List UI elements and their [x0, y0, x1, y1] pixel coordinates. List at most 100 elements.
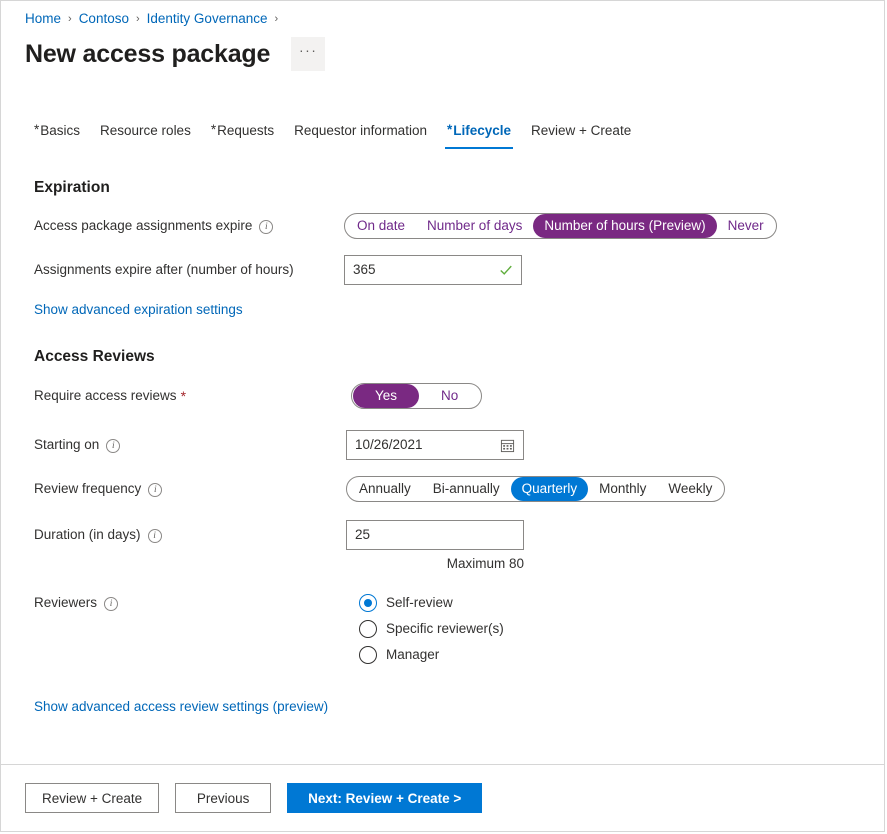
radio-indicator-icon [359, 620, 377, 638]
tab-label: Review + Create [531, 123, 631, 138]
choice-monthly[interactable]: Monthly [588, 477, 657, 501]
field-duration: Duration (in days) i 25 Maximum 80 [34, 520, 884, 573]
expire-after-label-group: Assignments expire after (number of hour… [34, 255, 344, 279]
tab-resource-roles[interactable]: Resource roles [90, 122, 201, 149]
duration-maximum-hint: Maximum 80 [346, 555, 524, 573]
radio-specific-reviewers[interactable]: Specific reviewer(s) [359, 616, 504, 642]
lifecycle-form: Expiration Access package assignments ex… [1, 179, 884, 716]
assignments-expire-label-group: Access package assignments expire i [34, 213, 344, 235]
duration-field-wrap: 25 Maximum 80 [346, 520, 524, 573]
breadcrumb-item-contoso[interactable]: Contoso [79, 10, 129, 28]
required-marker: * [181, 389, 186, 403]
starting-on-value: 10/26/2021 [355, 431, 500, 459]
tab-label: Requestor information [294, 123, 427, 138]
ellipsis-icon: ··· [299, 46, 318, 54]
radio-label: Specific reviewer(s) [386, 620, 504, 638]
field-expire-after: Assignments expire after (number of hour… [34, 255, 884, 285]
tab-review-create[interactable]: Review + Create [521, 122, 641, 149]
previous-button[interactable]: Previous [175, 783, 271, 813]
review-frequency-label-group: Review frequency i [34, 476, 346, 498]
calendar-icon[interactable] [500, 438, 515, 453]
reviewers-radio-group: Self-review Specific reviewer(s) Manager [359, 590, 504, 668]
breadcrumb-separator-icon: › [68, 10, 72, 28]
assignments-expire-choice-group: On date Number of days Number of hours (… [344, 213, 777, 239]
tab-label: Basics [40, 123, 80, 138]
require-access-reviews-label-group: Require access reviews * [34, 383, 351, 405]
expire-after-input[interactable]: 365 [344, 255, 522, 285]
page-title: New access package [25, 37, 270, 71]
choice-annually[interactable]: Annually [348, 477, 422, 501]
more-options-button[interactable]: ··· [291, 37, 325, 71]
expiration-section-heading: Expiration [34, 179, 884, 197]
duration-label-group: Duration (in days) i [34, 520, 346, 544]
field-assignments-expire: Access package assignments expire i On d… [34, 213, 884, 239]
radio-indicator-icon [359, 594, 377, 612]
duration-value: 25 [355, 521, 515, 549]
tab-lifecycle[interactable]: *Lifecycle [437, 122, 521, 149]
expire-after-value: 365 [353, 256, 499, 284]
show-advanced-access-review-settings-link[interactable]: Show advanced access review settings (pr… [34, 698, 328, 716]
access-reviews-section-heading: Access Reviews [34, 348, 884, 366]
breadcrumb-item-home[interactable]: Home [25, 10, 61, 28]
choice-never[interactable]: Never [717, 214, 775, 238]
starting-on-label-group: Starting on i [34, 430, 346, 454]
choice-on-date[interactable]: On date [346, 214, 416, 238]
breadcrumb: Home › Contoso › Identity Governance › [1, 1, 884, 28]
info-icon[interactable]: i [104, 597, 118, 611]
expire-after-label: Assignments expire after (number of hour… [34, 261, 294, 279]
breadcrumb-separator-icon: › [136, 10, 140, 28]
radio-label: Self-review [386, 594, 453, 612]
starting-on-label: Starting on [34, 436, 99, 454]
field-review-frequency: Review frequency i Annually Bi-annually … [34, 476, 884, 502]
tab-basics[interactable]: *Basics [24, 122, 90, 149]
choice-weekly[interactable]: Weekly [657, 477, 723, 501]
next-review-create-button[interactable]: Next: Review + Create > [287, 783, 482, 813]
choice-quarterly[interactable]: Quarterly [511, 477, 589, 501]
require-access-reviews-toggle: Yes No [351, 383, 482, 409]
breadcrumb-item-identity-governance[interactable]: Identity Governance [147, 10, 268, 28]
required-marker: * [447, 122, 452, 137]
review-frequency-label: Review frequency [34, 480, 141, 498]
reviewers-label: Reviewers [34, 594, 97, 612]
reviewers-label-group: Reviewers i [34, 590, 346, 612]
starting-on-input[interactable]: 10/26/2021 [346, 430, 524, 460]
duration-input[interactable]: 25 [346, 520, 524, 550]
blade-footer: Review + Create Previous Next: Review + … [1, 764, 884, 831]
choice-yes[interactable]: Yes [353, 384, 419, 408]
advanced-access-review-link-row: Show advanced access review settings (pr… [34, 698, 884, 716]
review-frequency-choice-group: Annually Bi-annually Quarterly Monthly W… [346, 476, 725, 502]
choice-bi-annually[interactable]: Bi-annually [422, 477, 511, 501]
radio-label: Manager [386, 646, 439, 664]
required-marker: * [211, 122, 216, 137]
radio-manager[interactable]: Manager [359, 642, 504, 668]
radio-indicator-icon [359, 646, 377, 664]
choice-no[interactable]: No [419, 384, 480, 408]
choice-number-of-hours-preview[interactable]: Number of hours (Preview) [533, 214, 716, 238]
tab-label: Lifecycle [453, 123, 511, 138]
blade-body: Home › Contoso › Identity Governance › N… [1, 1, 884, 764]
tab-label: Requests [217, 123, 274, 138]
field-starting-on: Starting on i 10/26/2021 [34, 430, 884, 460]
require-access-reviews-label: Require access reviews [34, 387, 177, 405]
wizard-tabs: *Basics Resource roles *Requests Request… [1, 115, 884, 149]
tab-requests[interactable]: *Requests [201, 122, 284, 149]
title-row: New access package ··· [1, 28, 884, 71]
assignments-expire-label: Access package assignments expire [34, 217, 252, 235]
radio-self-review[interactable]: Self-review [359, 590, 504, 616]
info-icon[interactable]: i [148, 483, 162, 497]
checkmark-icon [499, 263, 513, 277]
field-reviewers: Reviewers i Self-review Specific reviewe… [34, 590, 884, 668]
info-icon[interactable]: i [106, 439, 120, 453]
required-marker: * [34, 122, 39, 137]
show-advanced-expiration-settings-link[interactable]: Show advanced expiration settings [34, 301, 243, 319]
breadcrumb-separator-icon: › [274, 10, 278, 28]
duration-label: Duration (in days) [34, 526, 141, 544]
tab-requestor-information[interactable]: Requestor information [284, 122, 437, 149]
review-create-button[interactable]: Review + Create [25, 783, 159, 813]
new-access-package-blade: Home › Contoso › Identity Governance › N… [0, 0, 885, 832]
info-icon[interactable]: i [259, 220, 273, 234]
advanced-expiration-link-row: Show advanced expiration settings [34, 301, 884, 319]
info-icon[interactable]: i [148, 529, 162, 543]
choice-number-of-days[interactable]: Number of days [416, 214, 533, 238]
tab-label: Resource roles [100, 123, 191, 138]
